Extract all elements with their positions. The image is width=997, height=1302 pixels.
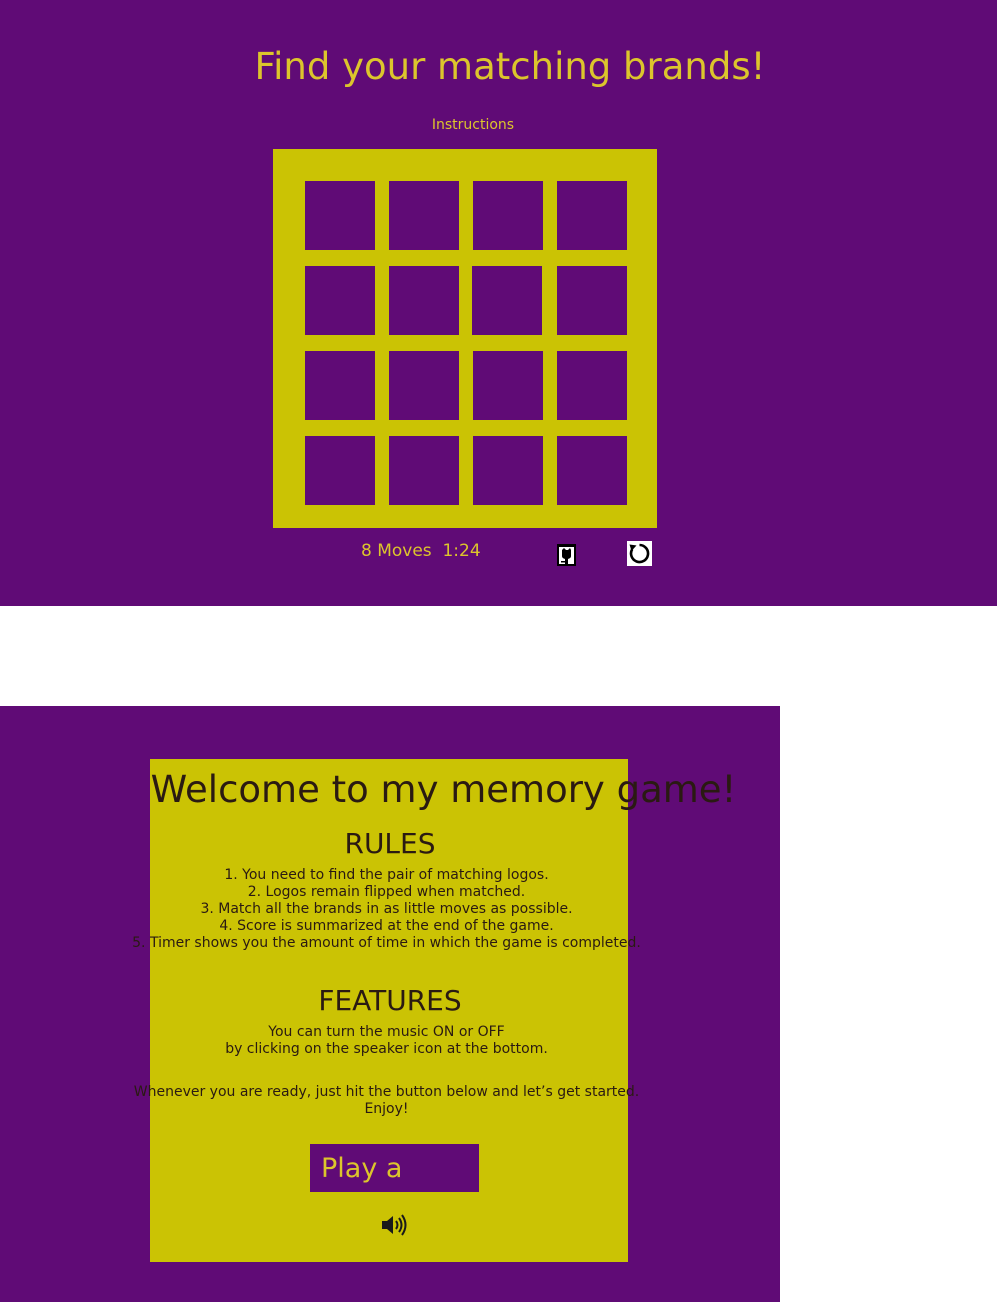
rule-item: 5. Timer shows you the amount of time in… <box>132 935 641 951</box>
card[interactable] <box>305 181 375 250</box>
card[interactable] <box>389 181 459 250</box>
moves-counter: 8 Moves <box>361 541 432 561</box>
game-screen: Find your matching brands! Instructions … <box>0 0 997 606</box>
card[interactable] <box>305 266 375 335</box>
modal-title: Welcome to my memory game! <box>150 768 737 811</box>
features-line: You can turn the music ON or OFF <box>268 1024 505 1040</box>
play-again-button[interactable]: Play a <box>310 1144 479 1192</box>
spacer <box>0 606 997 706</box>
rule-item: 4. Score is summarized at the end of the… <box>219 918 554 934</box>
rule-item: 1. You need to find the pair of matching… <box>224 867 549 883</box>
score-panel: 8 Moves 1:24 <box>361 540 481 562</box>
card[interactable] <box>473 436 543 505</box>
instructions-link[interactable]: Instructions <box>0 116 946 134</box>
card-board <box>273 149 657 528</box>
restart-icon[interactable] <box>627 541 652 566</box>
card[interactable] <box>389 266 459 335</box>
card[interactable] <box>473 181 543 250</box>
card[interactable] <box>389 351 459 420</box>
speaker-icon[interactable] <box>380 1212 410 1238</box>
rules-list: 1. You need to find the pair of matching… <box>0 867 773 952</box>
rule-item: 3. Match all the brands in as little mov… <box>200 901 573 917</box>
card[interactable] <box>389 436 459 505</box>
card[interactable] <box>473 351 543 420</box>
ready-line: Whenever you are ready, just hit the but… <box>133 1084 640 1100</box>
rule-item: 2. Logos remain flipped when matched. <box>247 884 526 900</box>
timer: 1:24 <box>442 541 481 561</box>
rules-heading: RULES <box>344 827 436 860</box>
ready-line: Enjoy! <box>364 1101 409 1117</box>
card[interactable] <box>557 436 627 505</box>
card[interactable] <box>557 351 627 420</box>
card[interactable] <box>557 181 627 250</box>
card[interactable] <box>305 351 375 420</box>
github-icon[interactable] <box>557 544 576 566</box>
page-title: Find your matching brands! <box>254 45 766 88</box>
card[interactable] <box>557 266 627 335</box>
card[interactable] <box>305 436 375 505</box>
ready-text: Whenever you are ready, just hit the but… <box>0 1084 773 1118</box>
features-text: You can turn the music ON or OFF by clic… <box>0 1024 773 1058</box>
features-line: by clicking on the speaker icon at the b… <box>225 1041 548 1057</box>
features-heading: FEATURES <box>318 984 462 1017</box>
card[interactable] <box>472 266 542 335</box>
